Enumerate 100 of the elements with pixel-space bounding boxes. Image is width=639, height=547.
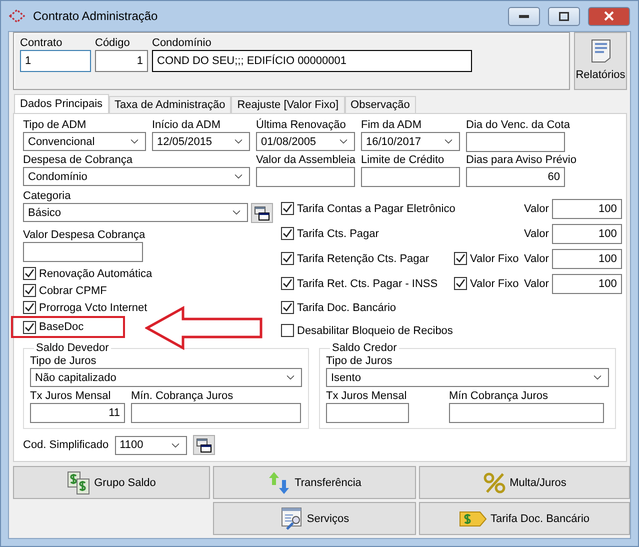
app-logo-icon [9,9,25,23]
window-title: Contrato Administração [33,9,159,23]
input-field[interactable]: 100 [552,224,622,244]
input-field[interactable]: 100 [552,274,622,294]
field-label: Tx Juros Mensal [30,389,112,403]
minimize-button[interactable] [508,6,540,26]
dropdown[interactable]: Convencional [23,132,146,151]
input-field[interactable] [131,403,301,423]
action-button[interactable]: Tarifa Doc. Bancário [419,502,630,535]
input-field[interactable]: 60 [466,167,565,187]
checkbox-label[interactable]: BaseDoc [23,318,84,336]
field-label: Fim da ADM [361,118,423,132]
input-field[interactable]: 100 [552,198,622,218]
checkbox[interactable] [281,301,294,314]
dropdown[interactable]: 12/05/2015 [152,132,250,151]
minimize-icon [519,14,529,18]
field-label: Cod. Simplificado [23,438,109,452]
checkbox-label[interactable]: Tarifa Doc. Bancário [281,299,446,316]
document-search-icon [280,506,304,530]
field-label: Tx Juros Mensal [326,389,408,403]
dropdown[interactable]: Isento [326,368,609,387]
checkbox-label[interactable]: Renovação Automática [23,265,273,282]
field-label: Dia do Venc. da Cota [466,118,571,132]
field-label: Contrato [20,36,64,50]
lookup-button[interactable] [251,203,273,223]
field-label: Valor da Assembleia [256,153,355,167]
checkbox-label[interactable]: Cobrar CPMF [23,282,273,299]
price-tag-icon [459,510,488,528]
input-field[interactable]: 1 [95,50,148,72]
dollar-notes-icon [67,470,92,494]
report-icon [590,39,610,63]
field-label: Tipo de Juros [326,354,394,368]
checkbox[interactable] [454,252,467,265]
checkbox[interactable] [281,252,294,265]
dropdown[interactable]: 16/10/2017 [361,132,460,151]
tab[interactable]: Taxa de Administração [108,96,232,113]
checkbox-label[interactable]: Valor Fixo [454,275,524,292]
checkbox-label[interactable]: Valor Fixo [454,250,524,267]
input-field[interactable] [449,403,604,423]
field-label: Dias para Aviso Prévio [466,153,576,167]
checkbox-label[interactable]: Tarifa Contas a Pagar Eletrônico [281,200,456,217]
checkbox[interactable] [281,202,294,215]
checkbox-label[interactable]: Tarifa Retenção Cts. Pagar [281,250,446,267]
input-field[interactable] [466,132,565,152]
checkbox[interactable] [23,301,36,314]
window-stack-icon [196,438,212,452]
field-label: Condomínio [152,36,212,50]
checkbox[interactable] [23,267,36,280]
field-label: Início da ADM [152,118,222,132]
field-label: Limite de Crédito [361,153,446,167]
field-label: Valor Despesa Cobrança [23,228,146,242]
field-label: Mín Cobrança Juros [449,389,550,403]
field-label: Valor [524,202,549,216]
checkbox[interactable] [23,284,36,297]
checkbox[interactable] [454,277,467,290]
checkbox-label[interactable]: Desabilitar Bloqueio de Recibos [281,322,453,339]
dropdown[interactable]: Condomínio [23,167,250,186]
maximize-button[interactable] [548,6,580,26]
action-button[interactable]: Multa/Juros [419,466,630,499]
input-field[interactable]: 11 [30,403,125,423]
dropdown[interactable]: 01/08/2005 [256,132,355,151]
checkbox[interactable] [23,320,36,334]
checkbox-label[interactable]: Prorroga Vcto Internet [23,299,273,316]
input-field[interactable]: 1 [20,50,91,72]
percent-icon [482,472,507,494]
action-button[interactable]: Serviços [213,502,416,535]
field-label: Valor [524,226,549,240]
field-label: Código [95,36,131,50]
checkbox[interactable] [281,227,294,240]
tab[interactable]: Reajuste [Valor Fixo] [231,96,345,113]
up-down-arrows-icon [268,470,292,494]
close-icon [604,11,614,21]
input-field[interactable]: COND DO SEU;;; EDIFÍCIO 00000001 [152,50,472,72]
tab[interactable]: Dados Principais [14,94,109,113]
input-field[interactable] [256,167,355,187]
checkbox-label[interactable]: Tarifa Ret. Cts. Pagar - INSS [281,275,446,292]
reports-button[interactable]: Relatórios [574,32,627,90]
input-field[interactable] [23,242,143,262]
input-field[interactable] [326,403,409,423]
action-button[interactable]: Transferência [213,466,416,499]
field-label: Categoria [23,189,72,203]
group-title: Saldo Devedor [35,342,110,354]
window-stack-icon [254,206,270,220]
field-label: Mín. Cobrança Juros [131,389,234,403]
input-field[interactable]: 100 [552,248,622,268]
field-label: Última Renovação [256,118,347,132]
checkbox[interactable] [281,324,294,337]
close-button[interactable] [588,6,630,26]
action-button[interactable]: Grupo Saldo [13,466,210,499]
field-label: Valor [524,252,549,266]
checkbox[interactable] [281,277,294,290]
lookup-button[interactable] [192,435,215,455]
dropdown[interactable]: Básico [23,203,248,222]
field-label: Valor [524,276,549,290]
input-field[interactable] [361,167,460,187]
checkbox-label[interactable]: Tarifa Cts. Pagar [281,225,446,242]
dropdown[interactable]: Não capitalizado [30,368,302,387]
tab[interactable]: Observação [344,96,416,113]
field-label: Tipo de Juros [30,354,98,368]
dropdown[interactable]: 1100 [114,436,187,454]
